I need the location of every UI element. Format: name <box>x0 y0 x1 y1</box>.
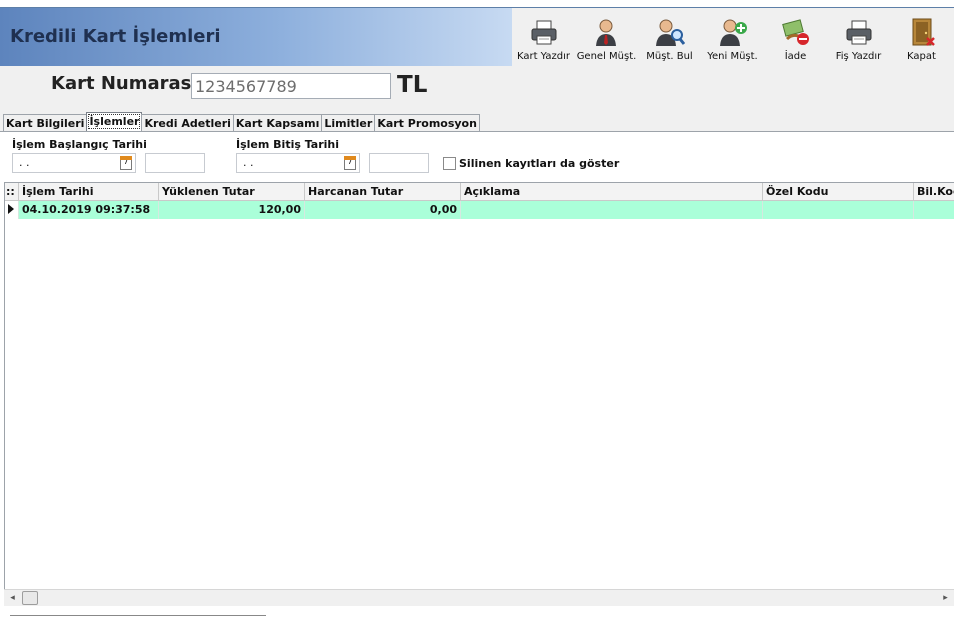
cell-date[interactable]: 04.10.2019 09:37:58 <box>19 201 159 219</box>
toolbar: Kart Yazdır Genel Müşt. Müşt. Bul Yeni M… <box>512 8 954 66</box>
close-button[interactable]: Kapat <box>890 8 953 66</box>
scroll-right-icon[interactable]: ▸ <box>937 590 954 606</box>
currency-label: TL <box>397 72 428 98</box>
start-date-value: . . <box>19 156 30 169</box>
person-icon <box>595 19 616 46</box>
title-banner: Kredili Kart İşlemleri <box>0 8 512 66</box>
tab-bar: Kart Bilgileri İşlemler Kredi Adetleri K… <box>3 112 480 133</box>
card-number-label: Kart Numarası <box>51 73 198 94</box>
tab-card-scope-label: Kart Kapsamı <box>235 117 320 130</box>
column-header-spent[interactable]: Harcanan Tutar <box>305 183 461 201</box>
cell-loaded[interactable]: 120,00 <box>159 201 305 219</box>
calendar-icon[interactable]: 7 <box>120 156 132 170</box>
new-customer-button[interactable]: Yeni Müşt. <box>701 8 764 66</box>
column-header-bil-code[interactable]: Bil.Kodu <box>914 183 954 201</box>
table-row[interactable]: 04.10.2019 09:37:58 120,00 0,00 <box>5 201 954 219</box>
start-time-input[interactable] <box>145 153 205 173</box>
horizontal-scrollbar[interactable]: ◂ ▸ <box>4 589 954 606</box>
print-card-button[interactable]: Kart Yazdır <box>512 8 575 66</box>
end-time-input[interactable] <box>369 153 429 173</box>
general-customer-button[interactable]: Genel Müşt. <box>575 8 638 66</box>
refund-icon <box>781 19 809 45</box>
grid-indicator-header: :: <box>5 183 19 201</box>
find-customer-label: Müşt. Bul <box>646 51 693 62</box>
exit-door-icon <box>912 18 935 46</box>
refund-button[interactable]: İade <box>764 8 827 66</box>
show-deleted-label: Silinen kayıtları da göster <box>459 157 620 170</box>
tab-card-info-label: Kart Bilgileri <box>6 117 85 130</box>
cell-description[interactable] <box>461 201 763 219</box>
column-header-date[interactable]: İşlem Tarihi <box>19 183 159 201</box>
show-deleted-checkbox[interactable] <box>443 157 456 170</box>
row-indicator-icon <box>5 201 19 219</box>
tab-card-promotion-label: Kart Promosyon <box>377 117 477 130</box>
scroll-thumb[interactable] <box>22 591 38 605</box>
cell-special-code[interactable] <box>763 201 914 219</box>
general-customer-label: Genel Müşt. <box>576 51 637 62</box>
page-title: Kredili Kart İşlemleri <box>10 26 221 47</box>
card-number-input[interactable] <box>191 73 391 99</box>
end-date-input[interactable]: . . 7 <box>236 153 360 173</box>
window-top-border <box>0 0 954 8</box>
tab-credit-counts-label: Kredi Adetleri <box>144 117 231 130</box>
print-receipt-label: Fiş Yazdır <box>835 51 882 62</box>
new-customer-label: Yeni Müşt. <box>707 51 758 62</box>
status-divider <box>10 615 266 616</box>
person-search-icon <box>655 19 685 46</box>
tab-transactions[interactable]: İşlemler <box>86 112 143 133</box>
tab-transactions-label: İşlemler <box>88 114 141 129</box>
grid-header: :: İşlem Tarihi Yüklenen Tutar Harcanan … <box>5 183 954 201</box>
calendar-day: 7 <box>347 157 353 166</box>
column-header-loaded[interactable]: Yüklenen Tutar <box>159 183 305 201</box>
end-date-value: . . <box>243 156 254 169</box>
transactions-grid: :: İşlem Tarihi Yüklenen Tutar Harcanan … <box>4 182 954 606</box>
print-card-label: Kart Yazdır <box>516 51 571 62</box>
scroll-left-icon[interactable]: ◂ <box>4 590 21 606</box>
end-date-label: İşlem Bitiş Tarihi <box>236 138 340 151</box>
refund-label: İade <box>784 51 807 62</box>
cell-spent[interactable]: 0,00 <box>305 201 461 219</box>
column-header-special-code[interactable]: Özel Kodu <box>763 183 914 201</box>
calendar-day: 7 <box>123 157 129 166</box>
find-customer-button[interactable]: Müşt. Bul <box>638 8 701 66</box>
printer-icon <box>531 20 556 45</box>
close-label: Kapat <box>907 51 936 62</box>
printer-icon <box>846 20 871 45</box>
calendar-icon[interactable]: 7 <box>344 156 356 170</box>
start-date-input[interactable]: . . 7 <box>12 153 136 173</box>
start-date-label: İşlem Başlangıç Tarihi <box>12 138 147 151</box>
transactions-panel: İşlem Başlangıç Tarihi . . 7 İşlem Bitiş… <box>0 131 954 617</box>
cell-bil-code[interactable] <box>914 201 954 219</box>
tab-limits-label: Limitler <box>324 117 373 130</box>
person-add-icon <box>719 19 747 46</box>
column-header-description[interactable]: Açıklama <box>461 183 763 201</box>
print-receipt-button[interactable]: Fiş Yazdır <box>827 8 890 66</box>
